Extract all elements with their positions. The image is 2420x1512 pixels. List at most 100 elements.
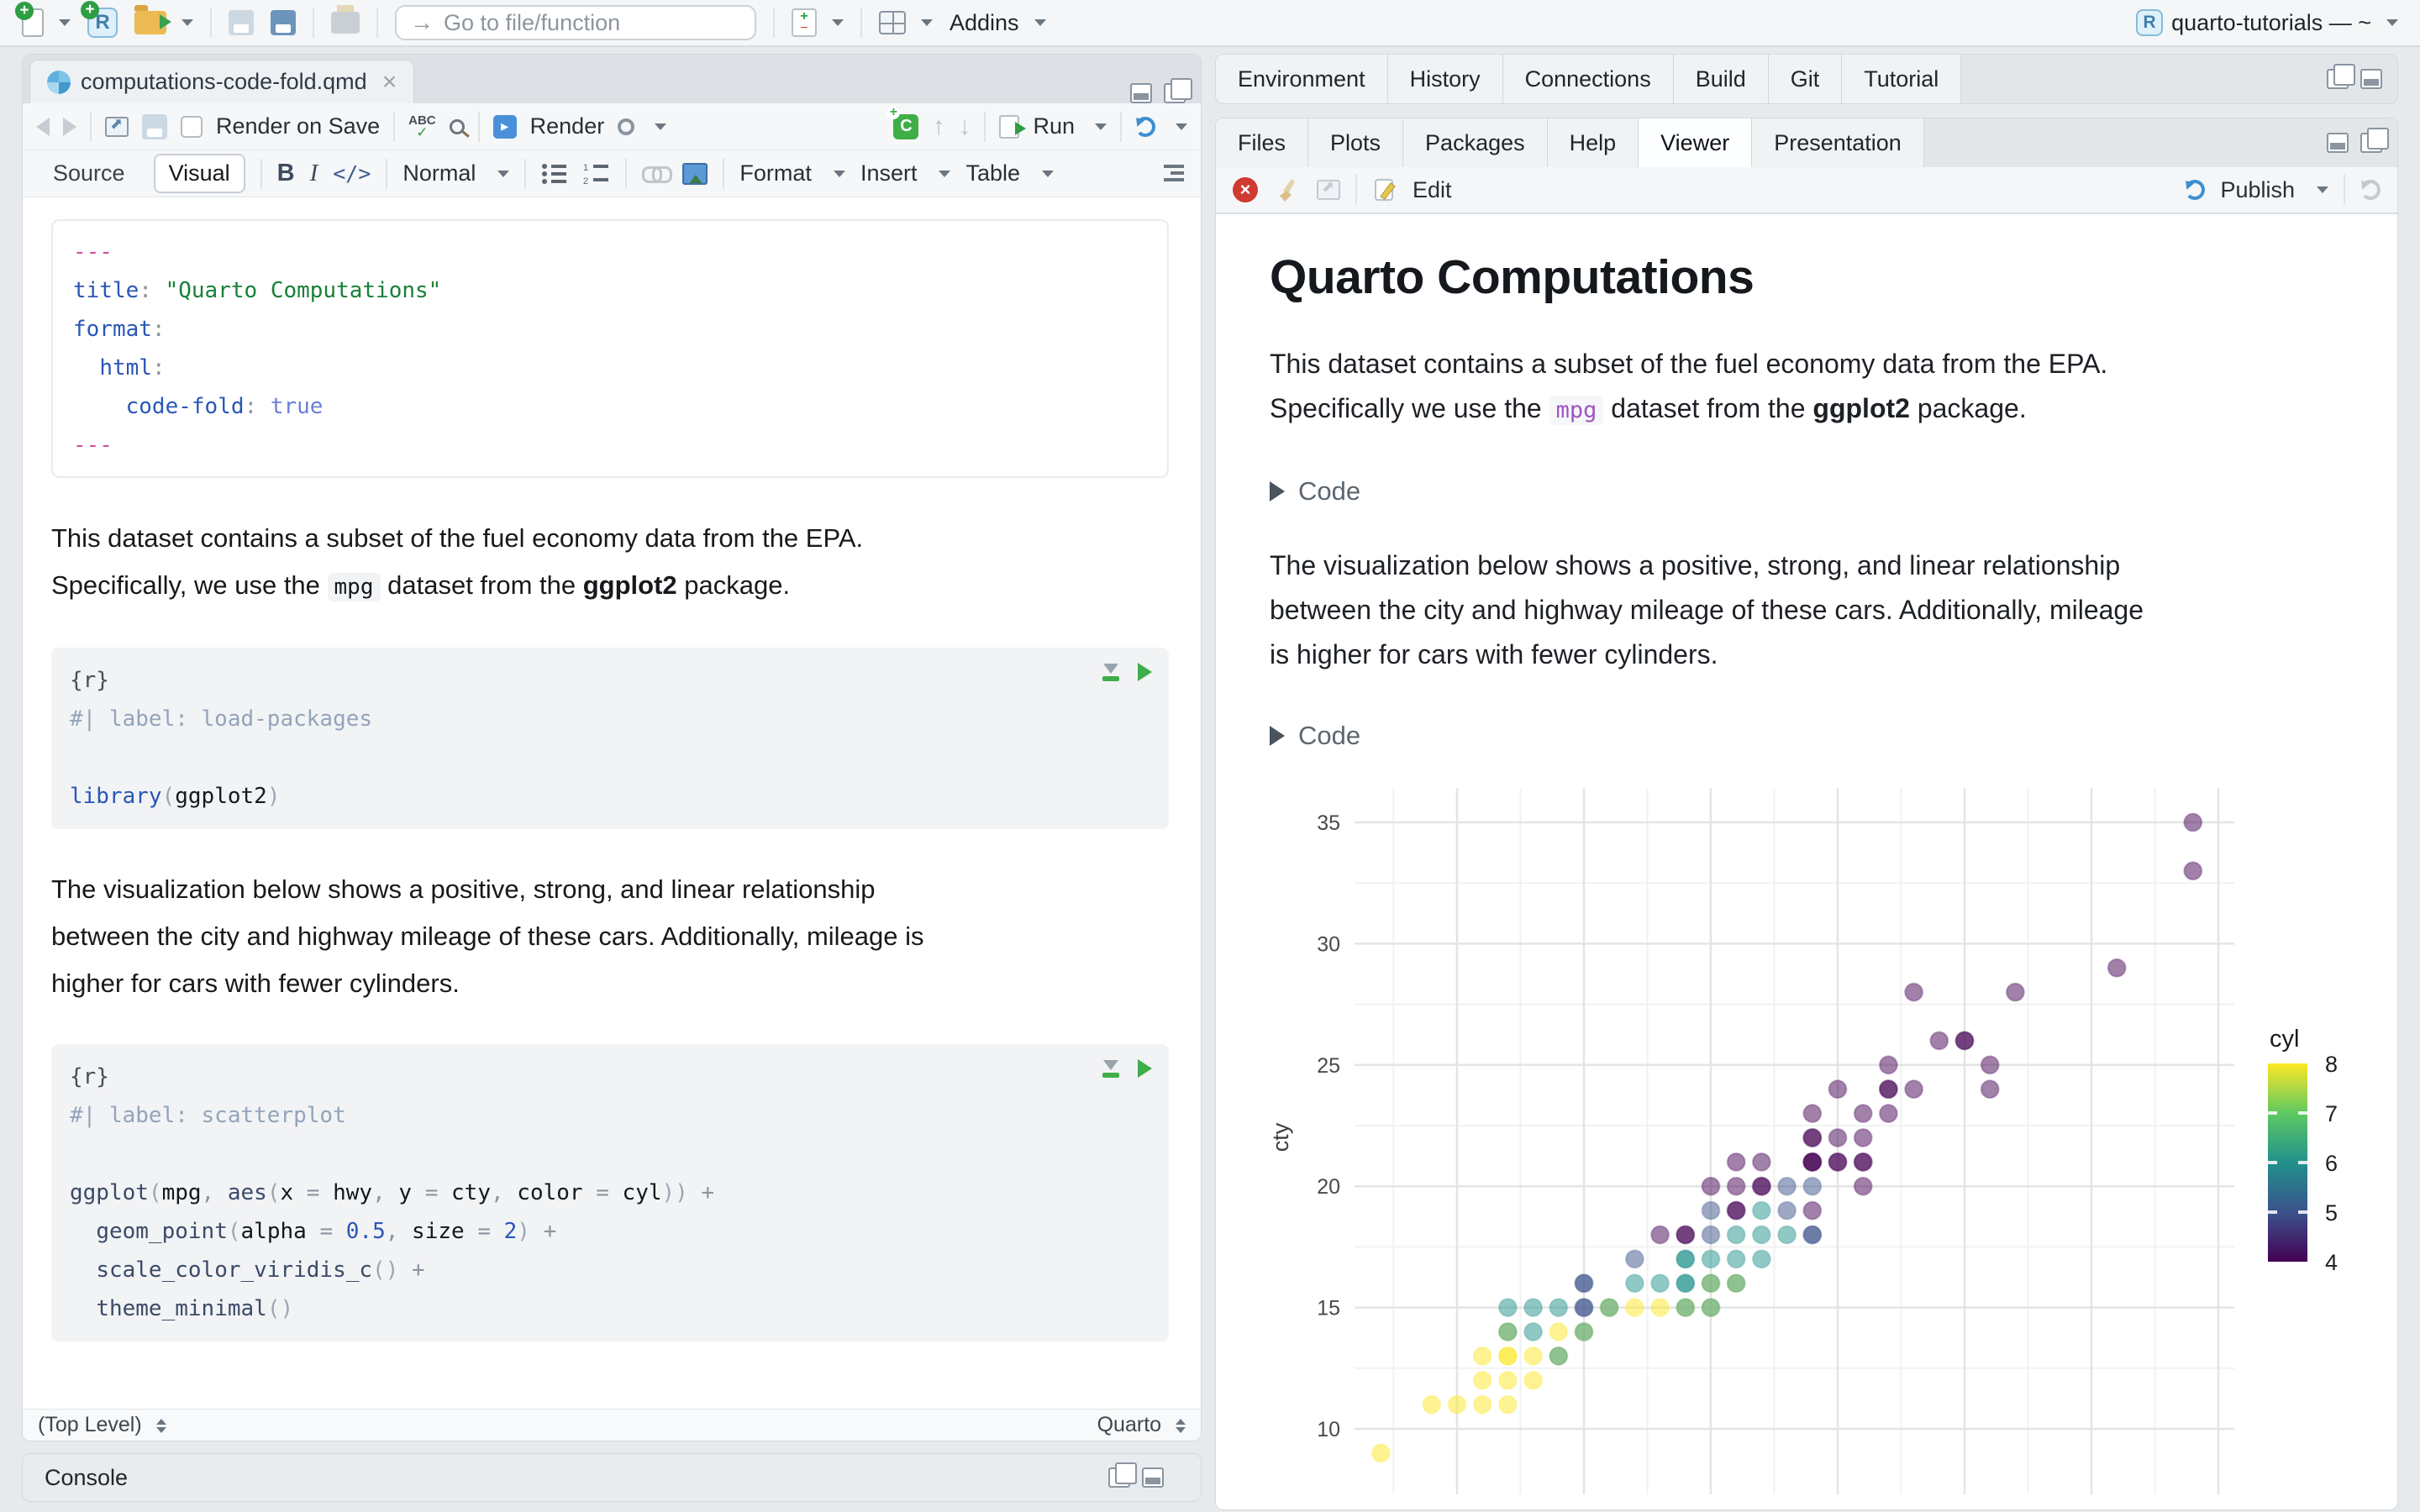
insert-dropdown-icon[interactable] [939, 170, 951, 177]
tab-close-icon[interactable]: × [382, 68, 397, 97]
tab-files[interactable]: Files [1216, 118, 1309, 167]
save-document-icon[interactable] [142, 113, 167, 139]
source-mode-button[interactable]: Source [39, 155, 139, 192]
editor-tab[interactable]: computations-code-fold.qmd × [29, 60, 415, 103]
tab-presentation[interactable]: Presentation [1752, 118, 1924, 167]
tab-git[interactable]: Git [1768, 55, 1843, 103]
gear-icon[interactable] [614, 114, 642, 142]
open-in-new-window-icon[interactable] [105, 115, 129, 137]
run-chunk-icon[interactable] [1138, 1059, 1152, 1078]
tab-connections[interactable]: Connections [1502, 55, 1674, 103]
workspace-panes-icon[interactable] [879, 11, 906, 34]
code-format-button[interactable]: </> [333, 161, 371, 186]
publish-dropdown-icon[interactable] [1176, 123, 1187, 130]
minimize-pane-icon[interactable] [2327, 133, 2349, 153]
version-control-icon[interactable]: + − [792, 8, 817, 37]
bullet-list-icon[interactable] [541, 162, 568, 186]
render-icon[interactable]: ▸ [492, 114, 517, 139]
paragraph-style-select[interactable]: Normal [402, 160, 476, 186]
outline-scope-selector[interactable]: (Top Level) [38, 1413, 166, 1437]
style-dropdown-icon[interactable] [497, 170, 510, 177]
code-line: code-fold: true [125, 394, 324, 419]
tab-history[interactable]: History [1387, 55, 1503, 103]
save-icon[interactable] [229, 10, 254, 35]
language-mode-selector[interactable]: Quarto [1097, 1413, 1186, 1437]
tab-viewer[interactable]: Viewer [1639, 118, 1753, 167]
minimize-pane-icon[interactable] [1130, 83, 1152, 103]
go-to-previous-chunk-icon[interactable]: ↑ [932, 113, 944, 141]
run-chunk-icon[interactable] [1138, 663, 1152, 681]
format-dropdown-icon[interactable] [833, 170, 845, 177]
back-icon[interactable] [36, 117, 50, 136]
table-menu[interactable]: Table [965, 160, 1020, 186]
tab-plots[interactable]: Plots [1308, 118, 1404, 167]
outline-toggle-icon[interactable] [1155, 163, 1184, 185]
code-fold-toggle[interactable]: Code [1270, 476, 2397, 507]
new-project-icon[interactable]: R [81, 1, 118, 38]
run-chunks-above-icon[interactable] [1102, 663, 1119, 681]
find-replace-icon[interactable] [449, 118, 465, 134]
tab-help[interactable]: Help [1547, 118, 1639, 167]
tab-packages[interactable]: Packages [1403, 118, 1548, 167]
italic-button[interactable]: I [310, 160, 318, 187]
code-chunk-load-packages[interactable]: {r} #| label: load-packages library(ggplo… [51, 648, 1169, 829]
new-file-dropdown-icon[interactable] [59, 19, 71, 26]
panes-dropdown-icon[interactable] [921, 19, 933, 26]
edit-label[interactable]: Edit [1413, 177, 1452, 203]
project-menu[interactable]: R quarto-tutorials — ~ [2136, 9, 2398, 36]
edit-pencil-icon[interactable] [1372, 176, 1397, 203]
go-to-next-chunk-icon[interactable]: ↓ [958, 113, 971, 141]
insert-menu[interactable]: Insert [860, 160, 918, 186]
new-file-icon[interactable] [15, 2, 44, 37]
clear-viewer-broom-icon[interactable] [1273, 176, 1302, 204]
numbered-list-icon[interactable]: 12 [583, 162, 610, 186]
table-dropdown-icon[interactable] [1042, 170, 1055, 177]
addins-menu[interactable]: Addins [950, 10, 1046, 36]
tab-tutorial[interactable]: Tutorial [1842, 55, 1962, 103]
render-on-save-checkbox[interactable] [181, 115, 203, 138]
source-publish-icon[interactable] [1135, 116, 1155, 137]
image-icon[interactable] [682, 162, 708, 185]
visual-editor-content[interactable]: --- title: "Quarto Computations" format: h… [23, 197, 1201, 1409]
restore-pane-icon[interactable] [2327, 64, 2355, 89]
console-pane[interactable]: Console [22, 1453, 1202, 1502]
bold-button[interactable]: B [277, 160, 295, 187]
editor-paragraph[interactable]: This dataset contains a subset of the fu… [51, 515, 1201, 611]
open-file-dropdown-icon[interactable] [182, 19, 193, 26]
run-icon[interactable] [999, 114, 1027, 139]
code-fold-toggle[interactable]: Code [1270, 721, 2397, 751]
publish-icon[interactable] [2185, 180, 2206, 200]
render-options-dropdown-icon[interactable] [655, 123, 667, 130]
link-icon[interactable] [642, 165, 673, 183]
code-chunk-scatterplot[interactable]: {r} #| label: scatterplot ggplot(mpg, aes… [51, 1044, 1169, 1341]
tab-environment[interactable]: Environment [1216, 55, 1388, 103]
run-dropdown-icon[interactable] [1095, 123, 1107, 130]
run-label[interactable]: Run [1033, 113, 1075, 139]
maximize-pane-icon[interactable] [2360, 69, 2382, 89]
save-all-icon[interactable] [271, 10, 296, 35]
version-control-dropdown-icon[interactable] [832, 19, 844, 26]
stop-icon[interactable]: × [1233, 177, 1258, 202]
forward-icon[interactable] [63, 117, 76, 136]
render-label[interactable]: Render [530, 113, 605, 139]
maximize-pane-icon[interactable] [2360, 128, 2389, 153]
spellcheck-icon[interactable]: ABC ✓ [408, 114, 436, 139]
print-icon[interactable] [331, 5, 360, 34]
publish-dropdown-icon[interactable] [2317, 186, 2328, 193]
maximize-pane-icon[interactable] [1164, 78, 1192, 103]
run-chunks-above-icon[interactable] [1102, 1059, 1119, 1078]
open-file-icon[interactable] [134, 5, 171, 34]
yaml-metadata-block[interactable]: --- title: "Quarto Computations" format: h… [51, 219, 1169, 478]
refresh-icon[interactable] [2360, 180, 2381, 200]
viewer-content[interactable]: Quarto Computations This dataset contain… [1216, 214, 2397, 1509]
insert-chunk-icon[interactable]: C [886, 105, 919, 139]
open-in-browser-icon[interactable] [1317, 178, 1340, 200]
goto-file-function-input[interactable]: → Go to file/function [395, 5, 756, 40]
editor-paragraph[interactable]: The visualization below shows a positive… [51, 866, 1201, 1007]
restore-pane-icon[interactable] [1108, 1462, 1137, 1488]
tab-build[interactable]: Build [1673, 55, 1769, 103]
publish-label[interactable]: Publish [2220, 177, 2295, 203]
maximize-console-icon[interactable] [1142, 1467, 1164, 1488]
visual-mode-button[interactable]: Visual [153, 154, 245, 193]
format-menu[interactable]: Format [739, 160, 812, 186]
